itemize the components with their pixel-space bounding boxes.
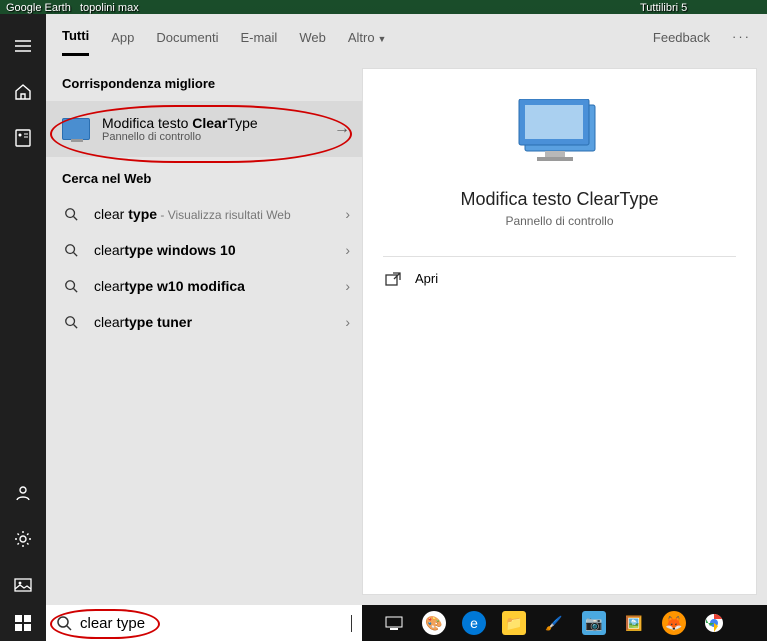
best-match-title: Modifica testo ClearType	[102, 115, 258, 131]
open-action[interactable]: Apri	[385, 271, 438, 286]
search-icon	[64, 279, 80, 293]
app-icon[interactable]: 🎨	[422, 611, 446, 635]
chevron-right-icon: ›	[345, 242, 350, 258]
app-icon[interactable]: 📷	[582, 611, 606, 635]
task-view-icon[interactable]	[382, 611, 406, 635]
tab-web[interactable]: Web	[299, 18, 326, 55]
menu-icon[interactable]	[0, 26, 46, 66]
preview-title: Modifica testo ClearType	[460, 189, 658, 210]
search-icon	[64, 315, 80, 329]
monitor-icon	[62, 118, 90, 140]
best-match-item[interactable]: Modifica testo ClearType Pannello di con…	[46, 101, 362, 157]
preview-pane: Modifica testo ClearType Pannello di con…	[362, 68, 757, 595]
tab-documents[interactable]: Documenti	[156, 18, 218, 55]
tab-more[interactable]: Altro▼	[348, 18, 387, 55]
paint-icon[interactable]: 🖌️	[542, 611, 566, 635]
search-icon	[56, 615, 72, 631]
desktop-icon-label[interactable]: Google Earth	[6, 2, 71, 14]
web-result-item[interactable]: cleartype windows 10›	[46, 232, 362, 268]
start-button[interactable]	[0, 605, 46, 641]
text-cursor	[351, 615, 352, 632]
filter-tabs: Tutti App Documenti E-mail Web Altro▼ Fe…	[46, 14, 767, 58]
taskbar: 🎨 e 📁 🖌️ 📷 🖼️ 🦊	[0, 605, 767, 641]
pictures-icon[interactable]	[0, 565, 46, 605]
chevron-right-icon: ›	[345, 278, 350, 294]
taskbar-apps: 🎨 e 📁 🖌️ 📷 🖼️ 🦊	[362, 605, 767, 641]
more-options-icon[interactable]: ···	[732, 29, 751, 44]
chevron-right-icon: ›	[345, 314, 350, 330]
app-icon[interactable]: 🖼️	[622, 611, 646, 635]
edge-icon[interactable]: e	[462, 611, 486, 635]
tab-apps[interactable]: App	[111, 18, 134, 55]
search-icon	[64, 207, 80, 221]
web-result-item[interactable]: clear type - Visualizza risultati Web›	[46, 196, 362, 232]
monitor-icon	[515, 99, 605, 171]
divider	[383, 256, 737, 257]
desktop-icon-label[interactable]: topolini max	[80, 2, 139, 14]
person-icon[interactable]	[0, 473, 46, 513]
desktop-icon-label[interactable]: Tuttilibri 5	[640, 2, 687, 14]
preview-subtitle: Pannello di controllo	[505, 214, 613, 228]
web-result-item[interactable]: cleartype tuner›	[46, 304, 362, 340]
open-icon	[385, 272, 401, 286]
home-icon[interactable]	[0, 72, 46, 112]
file-explorer-icon[interactable]: 📁	[502, 611, 526, 635]
search-main: Tutti App Documenti E-mail Web Altro▼ Fe…	[46, 14, 767, 605]
gear-icon[interactable]	[0, 519, 46, 559]
web-result-text: cleartype windows 10	[94, 242, 345, 258]
chrome-icon[interactable]	[702, 611, 726, 635]
search-icon	[64, 243, 80, 257]
web-result-item[interactable]: cleartype w10 modifica›	[46, 268, 362, 304]
tab-email[interactable]: E-mail	[240, 18, 277, 55]
web-results-header: Cerca nel Web	[46, 157, 362, 196]
start-search-panel: Tutti App Documenti E-mail Web Altro▼ Fe…	[0, 14, 767, 605]
feedback-link[interactable]: Feedback	[653, 18, 710, 55]
best-match-subtitle: Pannello di controllo	[102, 131, 258, 143]
web-result-text: clear type - Visualizza risultati Web	[94, 206, 345, 222]
web-result-text: cleartype tuner	[94, 314, 345, 330]
web-result-text: cleartype w10 modifica	[94, 278, 345, 294]
open-label: Apri	[415, 271, 438, 286]
taskbar-search[interactable]	[46, 605, 362, 641]
sidebar	[0, 14, 46, 605]
documents-icon[interactable]	[0, 118, 46, 158]
best-match-header: Corrispondenza migliore	[46, 72, 362, 101]
tab-all[interactable]: Tutti	[62, 16, 89, 56]
results-column: Corrispondenza migliore Modifica testo C…	[46, 58, 362, 605]
firefox-icon[interactable]: 🦊	[662, 611, 686, 635]
chevron-right-icon: ›	[345, 206, 350, 222]
search-input[interactable]	[80, 615, 345, 632]
arrow-right-icon: →	[334, 120, 350, 138]
